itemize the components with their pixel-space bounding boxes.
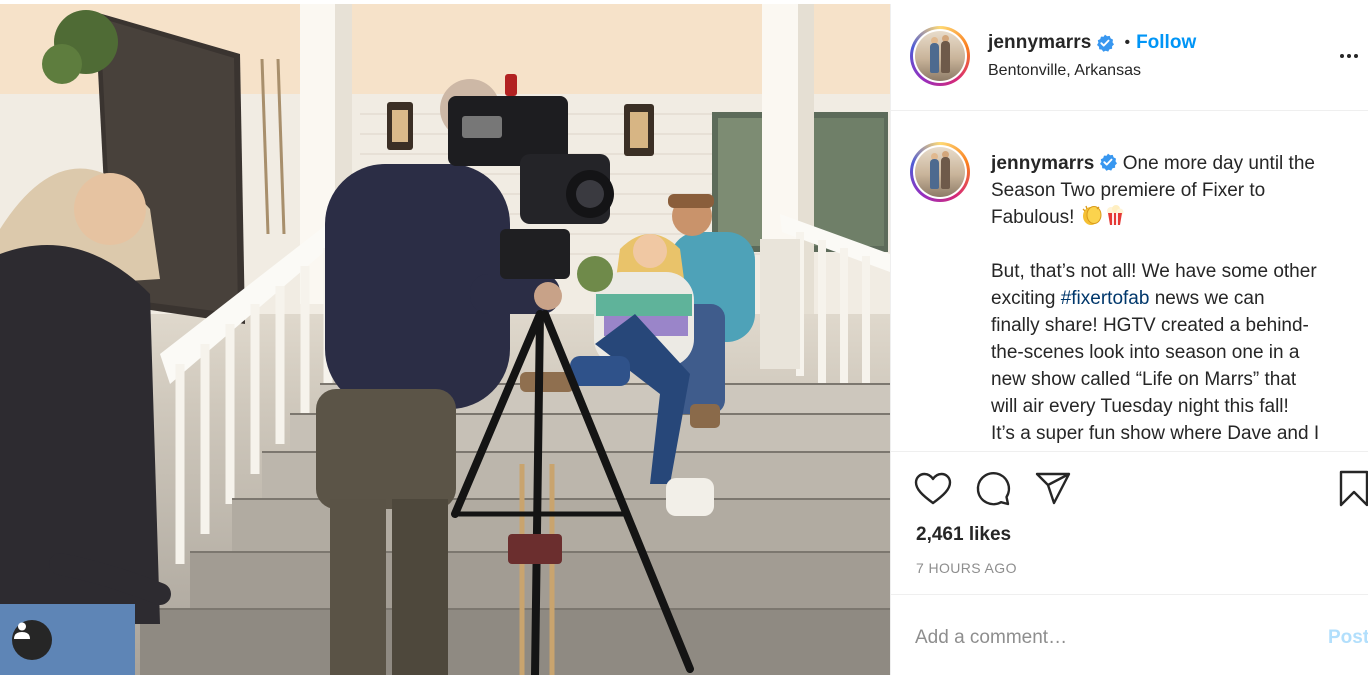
avatar-photo [915, 31, 965, 81]
comment-input[interactable] [915, 623, 1305, 653]
post-header: jennymarrs • Follow Bentonville, Arkansa… [891, 4, 1368, 111]
like-button[interactable] [913, 469, 953, 509]
caption-section: jennymarrs One more day until the Season… [891, 112, 1368, 452]
post-photo[interactable] [0, 4, 890, 675]
location-link[interactable]: Bentonville, Arkansas [988, 62, 1141, 80]
popcorn-icon [1106, 205, 1124, 225]
caption-line-6: exciting [991, 288, 1061, 309]
bookmark-icon [1339, 470, 1368, 507]
more-options-icon [1340, 54, 1344, 58]
caption-line-2: Season Two premiere of Fixer to [991, 180, 1266, 201]
caption-line-4 [991, 231, 1361, 258]
porch-film-scene-illustration [0, 4, 890, 675]
hashtag-link[interactable]: #fixertofab [1061, 288, 1150, 309]
avatar[interactable] [910, 26, 970, 86]
share-button[interactable] [1033, 469, 1073, 509]
post-timestamp[interactable]: 7 HOURS AGO [916, 560, 1017, 576]
likes-count[interactable]: 2,461 likes [916, 524, 1011, 546]
caption-line-5: But, that’s not all! We have some other [991, 261, 1317, 282]
caption-line-3: Fabulous! [991, 207, 1080, 228]
more-options-button[interactable] [1337, 44, 1361, 68]
caption-line-7: finally share! HGTV created a behind- [991, 315, 1309, 336]
post-details-panel: jennymarrs • Follow Bentonville, Arkansa… [890, 4, 1368, 675]
paper-plane-icon [1035, 472, 1071, 505]
caption-line-1: One more day until the [1117, 153, 1315, 174]
caption-line-8: the-scenes look into season one in a [991, 342, 1300, 363]
post-actions [891, 452, 1368, 522]
header-username[interactable]: jennymarrs [988, 32, 1091, 54]
comment-button[interactable] [973, 469, 1013, 509]
caption-line-6-suffix: news we can [1149, 288, 1265, 309]
verified-badge-icon [1100, 153, 1118, 171]
save-button[interactable] [1333, 469, 1368, 509]
verified-badge-icon [1097, 34, 1115, 52]
comment-bar: Post [891, 594, 1368, 675]
clapping-hands-icon [1082, 205, 1102, 225]
header-separator: • [1124, 34, 1131, 51]
comment-bubble-icon [976, 472, 1011, 506]
tagged-users-button[interactable] [12, 620, 52, 660]
caption-avatar[interactable] [910, 142, 970, 202]
header-user-row: jennymarrs • Follow [988, 32, 1196, 54]
caption-avatar-photo [915, 147, 965, 197]
caption-line-10: will air every Tuesday night this fall! [991, 396, 1289, 417]
caption-text: jennymarrs One more day until the Season… [991, 150, 1361, 447]
caption-username[interactable]: jennymarrs [991, 153, 1094, 174]
follow-button[interactable]: Follow [1136, 32, 1196, 54]
user-silhouette-icon [14, 622, 30, 639]
caption-line-11: It’s a super fun show where Dave and I [991, 423, 1320, 444]
heart-icon [914, 472, 952, 505]
caption-line-9: new show called “Life on Marrs” that [991, 369, 1297, 390]
post-comment-button[interactable]: Post [1328, 627, 1368, 649]
